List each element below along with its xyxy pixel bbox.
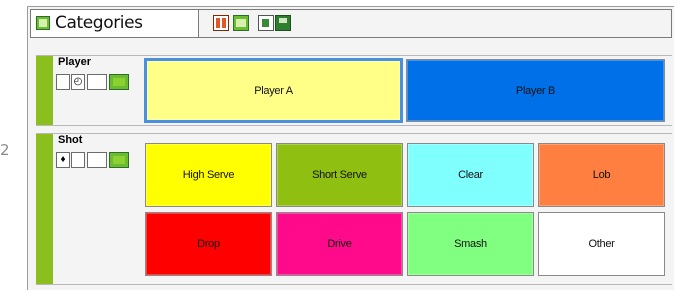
shot-other-button[interactable]: Other [538, 212, 665, 276]
window-title: Categories [55, 13, 143, 33]
shot-high-serve-label: High Serve [182, 169, 235, 181]
diamond-icon[interactable]: ♦ [56, 152, 70, 168]
shot-drive-label: Drive [327, 238, 352, 250]
player-color-toggle[interactable] [109, 74, 129, 90]
shot-drop-label: Drop [197, 238, 220, 250]
shot-color-toggle[interactable] [109, 152, 129, 168]
document-icon[interactable] [258, 15, 274, 31]
shot-short-serve-button[interactable]: Short Serve [276, 143, 403, 207]
shot-group: Shot ♦ High Serve Short Serve Clear Lob … [36, 133, 672, 285]
shot-drive-button[interactable]: Drive [276, 212, 403, 276]
categories-icon [36, 16, 50, 30]
shot-lob-button[interactable]: Lob [538, 143, 665, 207]
page-number: 2 [0, 141, 10, 159]
shot-other-label: Other [588, 238, 615, 250]
layout-rows-icon[interactable] [233, 15, 249, 31]
player-group-name: Player [58, 56, 92, 68]
shot-group-stripe [36, 134, 53, 284]
player-b-button[interactable]: Player B [406, 59, 665, 122]
shot-drop-button[interactable]: Drop [145, 212, 272, 276]
player-group: Player ◴ Player A Player B [36, 55, 672, 126]
timer-icon[interactable]: ◴ [71, 74, 85, 90]
player-a-label: Player A [254, 84, 293, 97]
player-blank-toggle[interactable] [87, 74, 107, 90]
shot-blank-toggle[interactable] [87, 152, 107, 168]
shot-checkbox[interactable] [71, 152, 85, 168]
player-checkbox[interactable] [56, 74, 70, 90]
shot-group-name: Shot [58, 134, 83, 146]
shot-smash-label: Smash [454, 238, 487, 250]
categories-window: Categories Player ◴ Player A Player B Sh… [27, 6, 674, 290]
layout-columns-icon[interactable] [213, 15, 229, 31]
shot-clear-button[interactable]: Clear [407, 143, 534, 207]
save-icon[interactable] [275, 15, 291, 31]
shot-smash-button[interactable]: Smash [407, 212, 534, 276]
shot-lob-label: Lob [592, 169, 611, 181]
shot-clear-label: Clear [458, 169, 483, 181]
player-b-label: Player B [515, 84, 556, 97]
player-group-stripe [36, 56, 53, 125]
title-box: Categories [30, 9, 199, 38]
player-a-button[interactable]: Player A [144, 58, 403, 123]
shot-short-serve-label: Short Serve [312, 169, 367, 181]
shot-high-serve-button[interactable]: High Serve [145, 143, 272, 207]
title-bar: Categories [28, 7, 674, 41]
